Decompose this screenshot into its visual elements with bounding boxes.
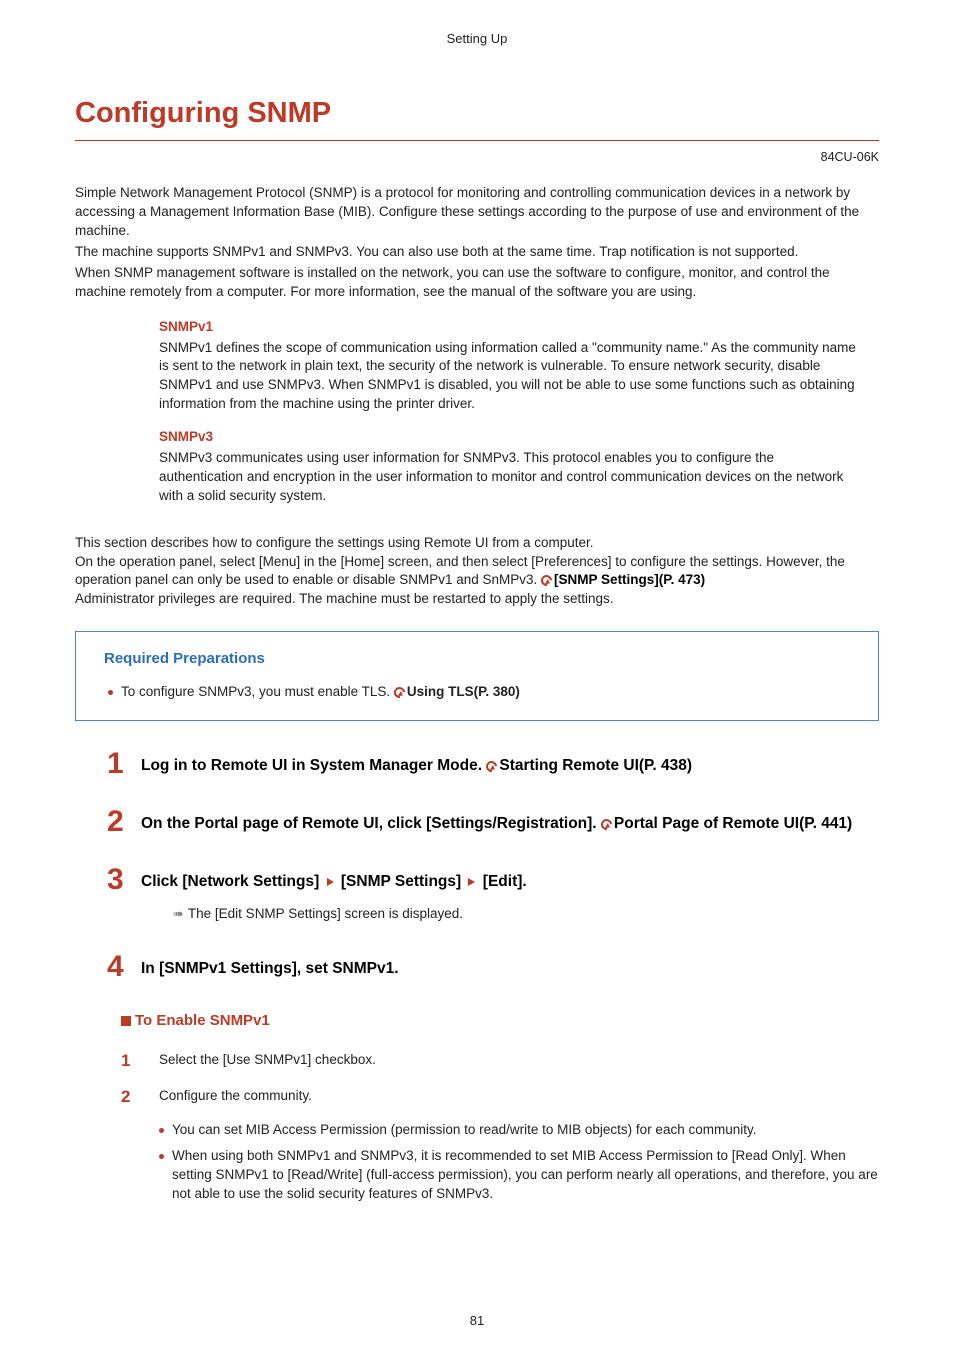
bullet-1-text: You can set MIB Access Permission (permi… <box>172 1121 756 1140</box>
snmpv3-description: SNMPv3 communicates using user informati… <box>159 449 859 506</box>
section-note-line1: This section describes how to configure … <box>75 535 594 550</box>
step-4-text: In [SNMPv1 Settings], set SNMPv1. <box>141 952 399 980</box>
square-icon <box>121 1016 131 1026</box>
substep-number: 2 <box>121 1085 159 1109</box>
chevron-right-icon <box>468 878 475 886</box>
step-3-mid: [SNMP Settings] <box>337 873 466 890</box>
bullet-item: When using both SNMPv1 and SNMPv3, it is… <box>159 1147 879 1204</box>
step-number: 2 <box>107 807 141 837</box>
step-3-pre: Click [Network Settings] <box>141 873 324 890</box>
bullet-icon <box>108 690 113 695</box>
step-number: 3 <box>107 865 141 895</box>
snmp-settings-link[interactable]: [SNMP Settings](P. 473) <box>554 572 705 587</box>
step-3: 3 Click [Network Settings] [SNMP Setting… <box>107 865 879 895</box>
step-number: 1 <box>107 749 141 779</box>
intro-paragraph-1: Simple Network Management Protocol (SNMP… <box>75 184 879 241</box>
intro-paragraph-2: The machine supports SNMPv1 and SNMPv3. … <box>75 243 879 262</box>
step-2-text: On the Portal page of Remote UI, click [… <box>141 815 601 832</box>
chevron-right-icon <box>327 878 334 886</box>
substep-number: 1 <box>121 1049 159 1073</box>
step-1: 1 Log in to Remote UI in System Manager … <box>107 749 879 779</box>
page-number: 81 <box>0 1312 954 1330</box>
section-note-line2: On the operation panel, select [Menu] in… <box>75 554 845 588</box>
substep-2-text: Configure the community. <box>159 1085 312 1106</box>
step-3-post: [Edit]. <box>478 873 526 890</box>
prep-text: To configure SNMPv3, you must enable TLS… <box>121 684 394 699</box>
intro-paragraph-3: When SNMP management software is install… <box>75 264 879 302</box>
bullet-item: You can set MIB Access Permission (permi… <box>159 1121 879 1140</box>
substep-2: 2 Configure the community. <box>121 1085 879 1109</box>
page-title: Configuring SNMP <box>75 93 879 141</box>
step-3-result: The [Edit SNMP Settings] screen is displ… <box>188 906 463 921</box>
section-note-line3: Administrator privileges are required. T… <box>75 591 614 606</box>
bullet-icon <box>159 1128 164 1133</box>
using-tls-link[interactable]: Using TLS(P. 380) <box>407 684 520 699</box>
snmpv1-description: SNMPv1 defines the scope of communicatio… <box>159 339 859 415</box>
chapter-header: Setting Up <box>75 30 879 48</box>
portal-page-link[interactable]: Portal Page of Remote UI(P. 441) <box>614 815 852 832</box>
substep-1-text: Select the [Use SNMPv1] checkbox. <box>159 1049 376 1070</box>
link-icon <box>539 573 554 588</box>
step-1-text: Log in to Remote UI in System Manager Mo… <box>141 757 486 774</box>
bullet-2-text: When using both SNMPv1 and SNMPv3, it is… <box>172 1147 879 1204</box>
starting-remote-ui-link[interactable]: Starting Remote UI(P. 438) <box>499 757 692 774</box>
result-arrow-icon: ➠ <box>173 905 184 923</box>
step-2: 2 On the Portal page of Remote UI, click… <box>107 807 879 837</box>
required-preparations-title: Required Preparations <box>104 648 858 669</box>
snmpv3-heading: SNMPv3 <box>159 428 859 447</box>
step-4: 4 In [SNMPv1 Settings], set SNMPv1. <box>107 952 879 982</box>
bullet-icon <box>159 1154 164 1159</box>
link-icon <box>484 759 499 774</box>
required-preparations-box: Required Preparations To configure SNMPv… <box>75 631 879 721</box>
substep-1: 1 Select the [Use SNMPv1] checkbox. <box>121 1049 879 1073</box>
step-number: 4 <box>107 952 141 982</box>
document-code: 84CU-06K <box>75 149 879 167</box>
snmpv1-heading: SNMPv1 <box>159 318 859 337</box>
enable-snmpv1-heading: To Enable SNMPv1 <box>121 1010 879 1031</box>
